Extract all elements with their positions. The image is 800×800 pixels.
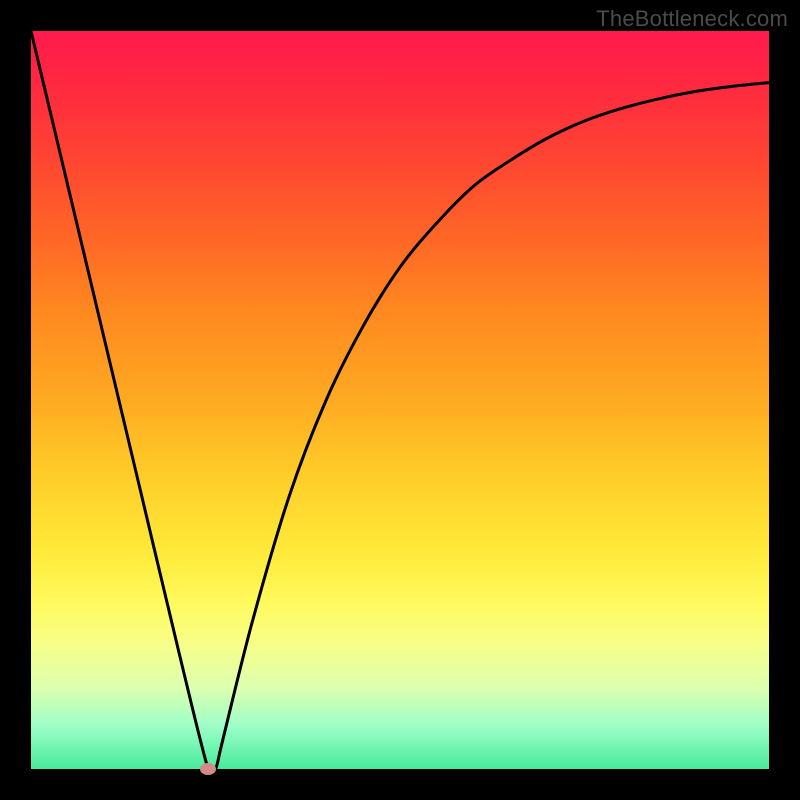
- curve-svg: [31, 31, 769, 769]
- plot-area: [31, 31, 769, 769]
- bottleneck-curve: [31, 31, 769, 769]
- chart-frame: TheBottleneck.com: [0, 0, 800, 800]
- watermark-text: TheBottleneck.com: [596, 6, 788, 32]
- minimum-marker: [200, 763, 216, 775]
